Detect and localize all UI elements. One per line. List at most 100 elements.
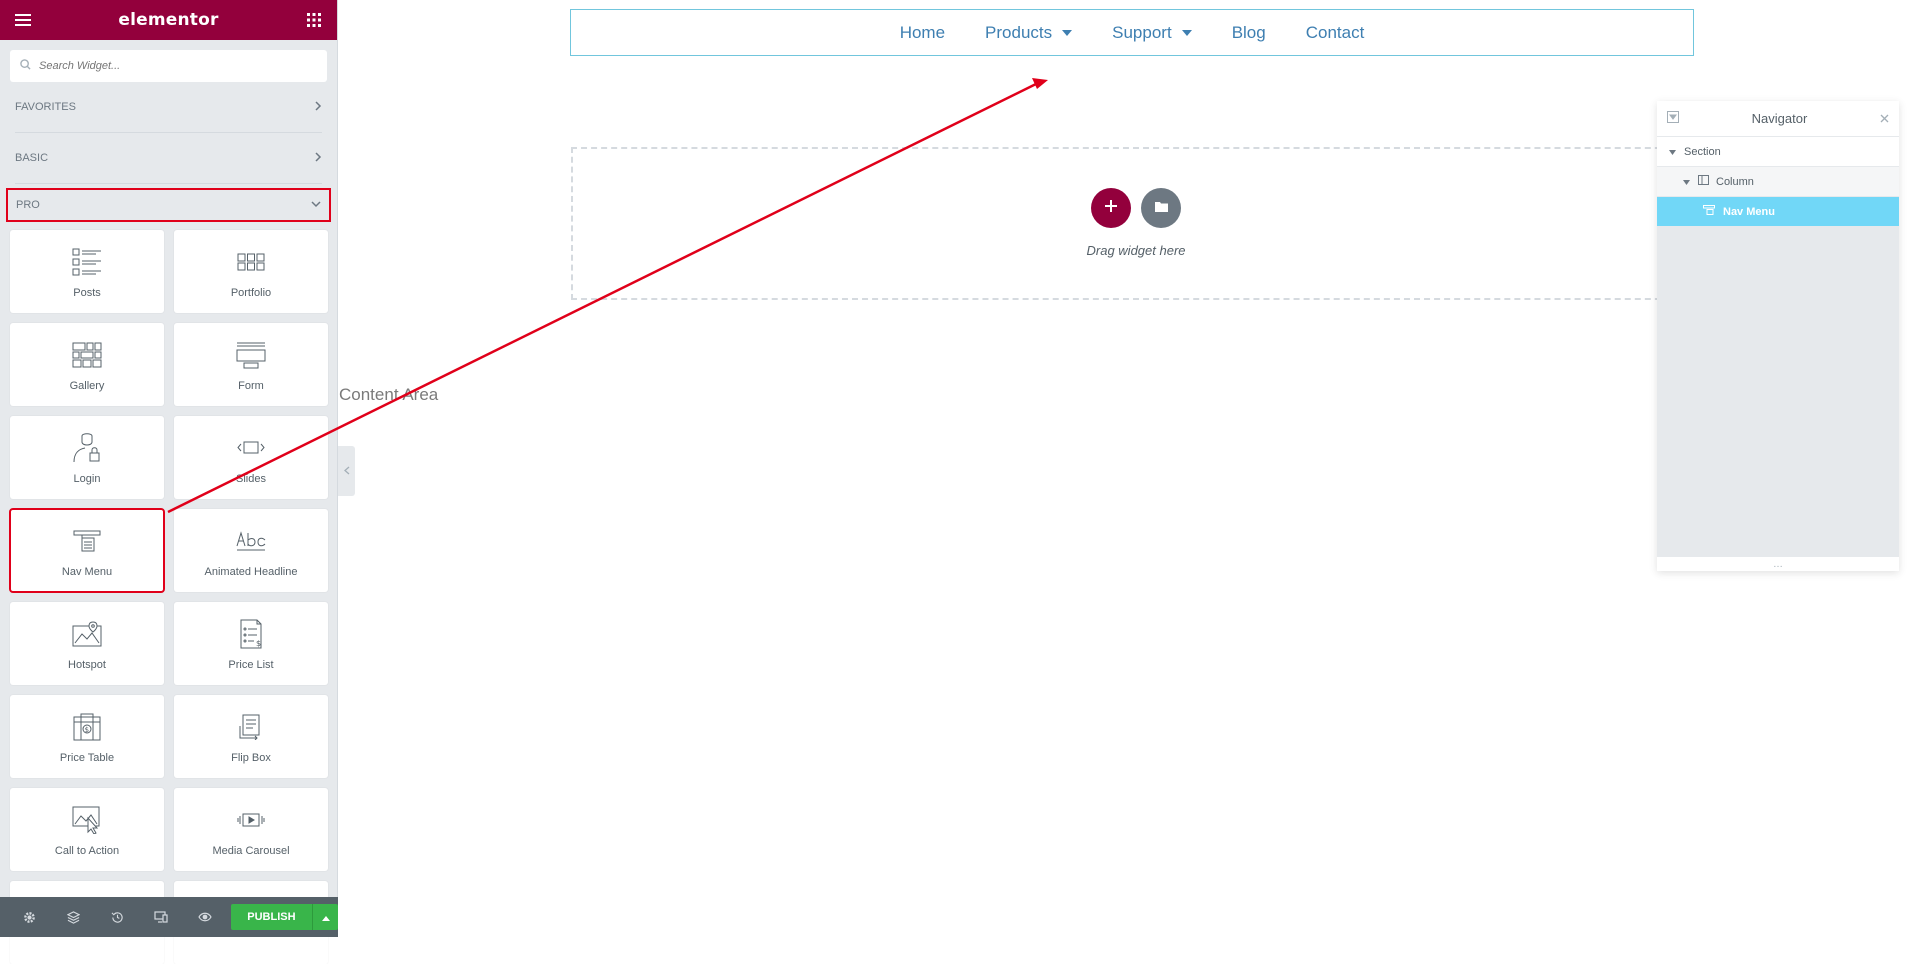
chevron-down-icon: [311, 199, 321, 211]
publish-options-button[interactable]: [312, 904, 339, 930]
caret-up-icon: [321, 908, 330, 926]
widget-label: Hotspot: [68, 658, 106, 671]
form-icon: [236, 338, 266, 372]
widget-gallery[interactable]: Gallery: [10, 323, 164, 406]
widget-label: Price Table: [59, 751, 115, 764]
navigator-nav-menu-row[interactable]: Nav Menu: [1657, 197, 1899, 227]
menu-item-label: Products: [985, 22, 1053, 42]
category-label: FAVORITES: [15, 101, 76, 113]
media-carousel-icon: [237, 803, 265, 837]
widget-label: Posts: [73, 286, 101, 299]
widget-label: Form: [238, 379, 264, 392]
category-label: BASIC: [15, 152, 49, 164]
elementor-logo: elementor: [118, 10, 219, 30]
widget-label: Slides: [236, 472, 266, 485]
widget-portfolio[interactable]: Portfolio: [174, 230, 328, 313]
settings-icon[interactable]: [8, 897, 52, 937]
search-icon: [20, 57, 31, 75]
slides-icon: [237, 431, 265, 465]
navigator-section-row[interactable]: Section: [1657, 137, 1899, 167]
login-icon: [73, 431, 101, 465]
nav-menu-widget[interactable]: Home Products Support Blog Contact: [570, 9, 1694, 56]
menu-item-blog[interactable]: Blog: [1232, 23, 1266, 43]
widget-label: Nav Menu: [61, 565, 113, 578]
widget-label: Price List: [228, 658, 274, 671]
caret-down-icon: [1062, 29, 1073, 36]
widget-posts[interactable]: Posts: [10, 230, 164, 313]
posts-icon: [72, 245, 102, 279]
nav-menu-icon: [1703, 205, 1715, 218]
gallery-icon: [72, 338, 102, 372]
svg-text:$: $: [256, 639, 261, 648]
panel-footer: PUBLISH: [0, 897, 339, 937]
widget-label: Flip Box: [231, 751, 271, 764]
responsive-icon[interactable]: [139, 897, 183, 937]
navigator-title: Navigator: [1751, 111, 1808, 126]
content-area-label: Content Area: [339, 385, 439, 404]
nav-menu-icon: [73, 524, 101, 558]
category-pro[interactable]: PRO: [6, 188, 331, 222]
navigator-column-row[interactable]: Column: [1657, 167, 1899, 197]
price-table-icon: $: [73, 710, 101, 744]
widget-label: Gallery: [69, 379, 105, 392]
search-box: [10, 50, 327, 82]
widget-label: Media Carousel: [212, 844, 290, 857]
navigator-row-label: Column: [1716, 175, 1754, 188]
folder-icon: [1154, 199, 1168, 217]
widget-price-list[interactable]: $ Price List: [174, 602, 328, 685]
chevron-right-icon: [315, 100, 322, 114]
history-icon[interactable]: [95, 897, 139, 937]
widget-nav-menu[interactable]: Nav Menu: [9, 508, 165, 593]
call-to-action-icon: [72, 803, 102, 837]
chevron-left-icon: [343, 462, 350, 480]
widget-label: Login: [73, 472, 101, 485]
close-icon[interactable]: [1880, 110, 1889, 128]
navigator-resize-handle[interactable]: …: [1657, 557, 1899, 571]
widget-label: Animated Headline: [204, 565, 298, 578]
menu-item-label: Home: [899, 22, 946, 42]
preview-eye-icon[interactable]: [183, 897, 227, 937]
widget-form[interactable]: Form: [174, 323, 328, 406]
widget-label: Portfolio: [230, 286, 272, 299]
menu-item-label: Blog: [1231, 22, 1266, 42]
menu-item-label: Contact: [1305, 22, 1365, 42]
caret-down-icon: [1683, 176, 1690, 188]
menu-item-products[interactable]: Products: [985, 22, 1073, 43]
menu-item-contact[interactable]: Contact: [1306, 23, 1365, 43]
publish-button[interactable]: PUBLISH: [230, 904, 313, 930]
widget-slides[interactable]: Slides: [174, 416, 328, 499]
menu-item-support[interactable]: Support: [1112, 23, 1192, 43]
portfolio-icon: [237, 245, 265, 279]
column-icon: [1698, 175, 1709, 188]
widget-media-carousel[interactable]: Media Carousel: [174, 788, 328, 871]
navigator-row-label: Nav Menu: [1723, 205, 1775, 218]
layers-icon[interactable]: [52, 897, 96, 937]
widget-flip-box[interactable]: Flip Box: [174, 695, 328, 778]
caret-down-icon: [1181, 29, 1192, 36]
search-input[interactable]: [39, 60, 299, 72]
navigator-panel: Navigator Section Column Nav Menu …: [1657, 101, 1899, 571]
category-basic[interactable]: BASIC: [15, 133, 322, 184]
hotspot-icon: [72, 617, 102, 651]
chevron-right-icon: [315, 151, 322, 165]
menu-item-home[interactable]: Home: [900, 23, 945, 43]
empty-section-dropzone[interactable]: [571, 147, 1701, 300]
elementor-panel: elementor FAVORITES BASIC PRO: [0, 0, 339, 964]
widget-animated-headline[interactable]: Animated Headline: [174, 509, 328, 592]
widget-login[interactable]: Login: [10, 416, 164, 499]
widget-price-table[interactable]: $ Price Table: [10, 695, 164, 778]
panel-collapse-toggle[interactable]: [338, 446, 355, 496]
add-template-button[interactable]: [1141, 188, 1181, 228]
animated-headline-icon: [236, 524, 266, 558]
collapse-all-icon[interactable]: [1667, 110, 1679, 128]
widgets-grid-icon[interactable]: [303, 9, 325, 31]
menu-icon[interactable]: [12, 9, 34, 31]
flip-box-icon: [237, 710, 265, 744]
category-favorites[interactable]: FAVORITES: [15, 82, 322, 133]
widget-hotspot[interactable]: Hotspot: [10, 602, 164, 685]
svg-text:$: $: [85, 726, 89, 734]
widget-label: Call to Action: [54, 844, 120, 857]
add-section-button[interactable]: [1091, 188, 1131, 228]
category-label: PRO: [16, 199, 40, 211]
widget-call-to-action[interactable]: Call to Action: [10, 788, 164, 871]
